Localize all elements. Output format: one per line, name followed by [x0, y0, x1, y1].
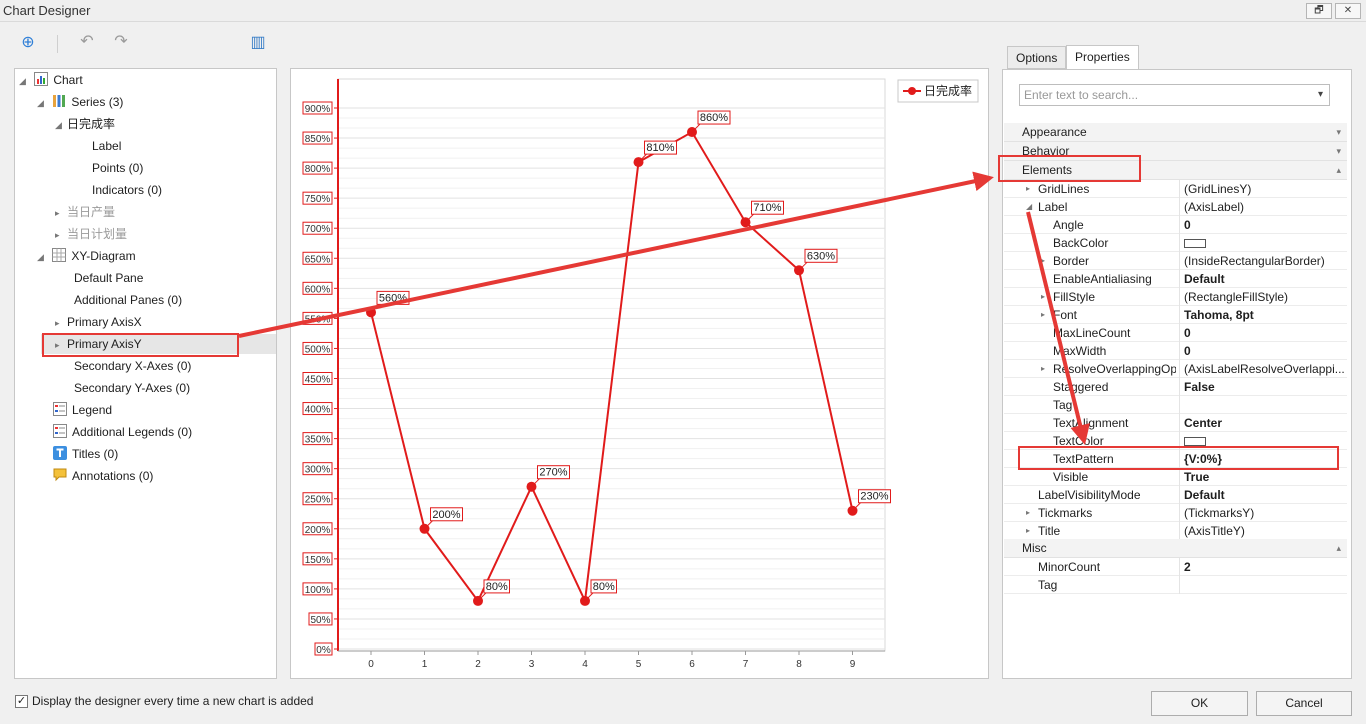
arrow-to-elements — [238, 171, 994, 338]
designer-checkbox[interactable]: ✓ — [15, 695, 28, 708]
arrow-to-textpattern — [1026, 211, 1090, 445]
ok-button[interactable]: OK — [1151, 691, 1248, 716]
cancel-button[interactable]: Cancel — [1256, 691, 1352, 716]
checkbox-label: Display the designer every time a new ch… — [32, 694, 314, 708]
annotation-arrows — [238, 171, 1090, 445]
check-icon: ✓ — [16, 695, 27, 707]
